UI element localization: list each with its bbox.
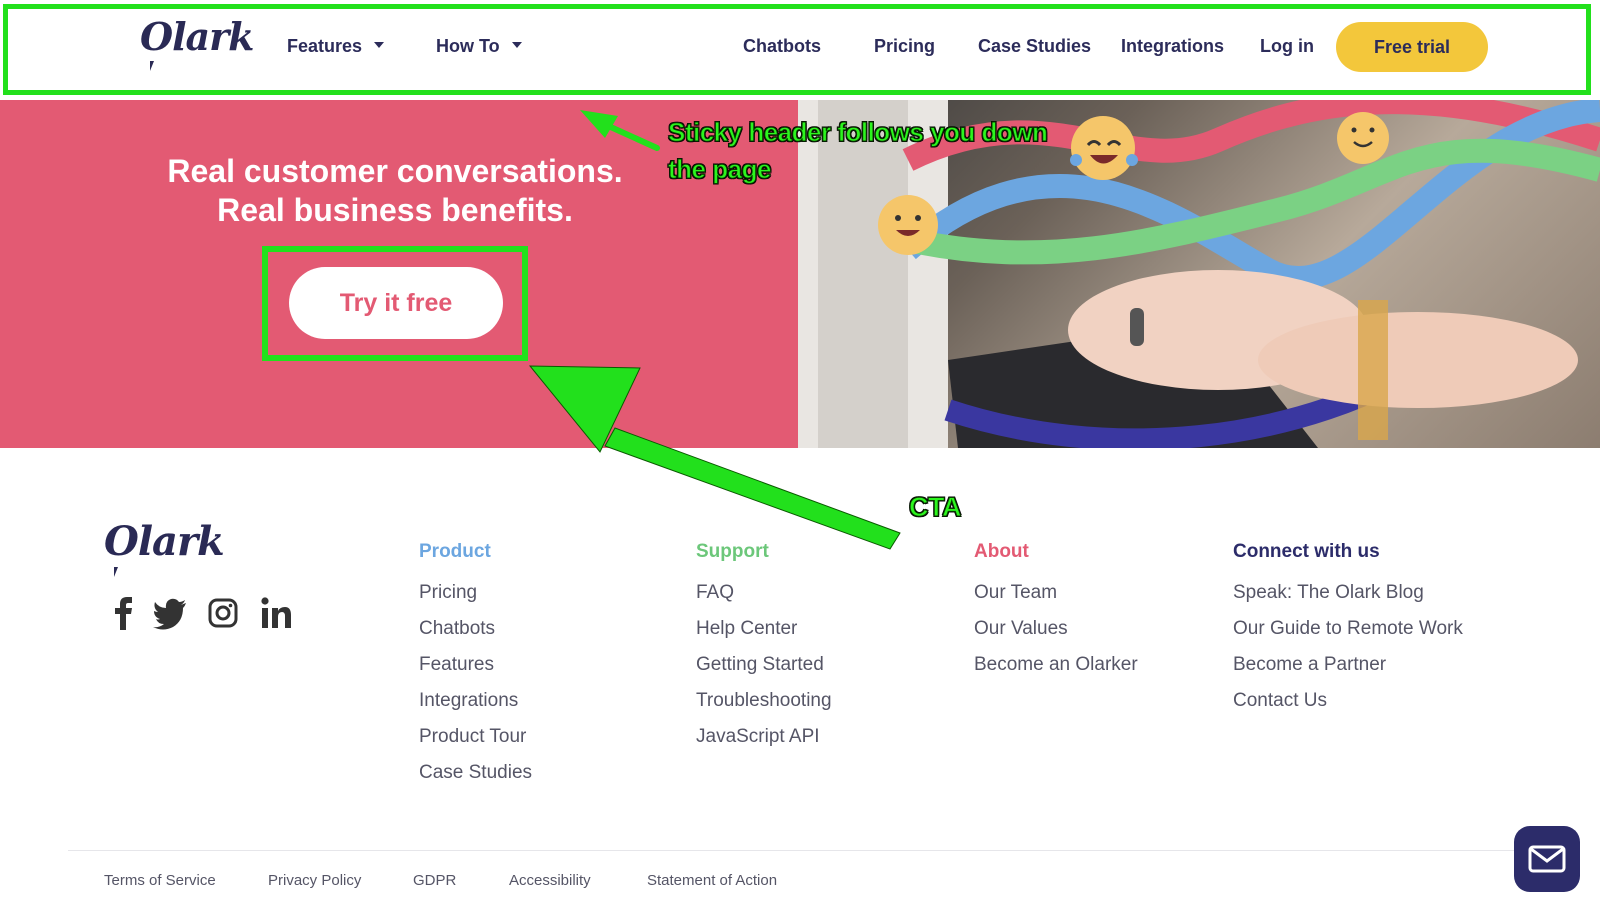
- footer-link-integrations[interactable]: Integrations: [419, 690, 518, 712]
- footer-link-features[interactable]: Features: [419, 654, 494, 676]
- footer-col-title-about: About: [974, 541, 1029, 562]
- chevron-down-icon: [374, 42, 385, 49]
- try-it-free-button[interactable]: Try it free: [289, 267, 503, 339]
- hero-headline: Real customer conversations. Real busine…: [167, 153, 623, 228]
- footer-link-product-tour[interactable]: Product Tour: [419, 726, 526, 748]
- footer-link-getting-started[interactable]: Getting Started: [696, 654, 824, 676]
- sticky-header: Olark Features How To Chatbots Pricing C…: [0, 0, 1600, 100]
- footer-link-our-team[interactable]: Our Team: [974, 582, 1057, 604]
- legal-link-terms[interactable]: Terms of Service: [104, 872, 216, 889]
- envelope-icon: [1528, 845, 1566, 873]
- annotation-sticky-header: Sticky header follows you down the page: [667, 117, 1048, 185]
- footer-link-contact-us[interactable]: Contact Us: [1233, 690, 1327, 712]
- nav-integrations[interactable]: Integrations: [1121, 36, 1224, 57]
- footer-link-pricing[interactable]: Pricing: [419, 582, 477, 604]
- footer-link-our-values[interactable]: Our Values: [974, 618, 1068, 640]
- footer-link-case-studies[interactable]: Case Studies: [419, 762, 532, 784]
- footer-link-become-an-olarker[interactable]: Become an Olarker: [974, 654, 1138, 676]
- legal-link-statement-of-action[interactable]: Statement of Action: [647, 872, 777, 889]
- footer-link-faq[interactable]: FAQ: [696, 582, 734, 604]
- footer-link-chatbots[interactable]: Chatbots: [419, 618, 495, 640]
- twitter-icon[interactable]: [153, 596, 187, 630]
- legal-link-privacy[interactable]: Privacy Policy: [268, 872, 361, 889]
- logo-speech-tail: [150, 61, 154, 71]
- linkedin-icon[interactable]: [261, 596, 291, 630]
- chevron-down-icon: [511, 42, 522, 49]
- footer-link-troubleshooting[interactable]: Troubleshooting: [696, 690, 832, 712]
- logo-speech-tail: [114, 567, 118, 577]
- footer-col-title-product: Product: [419, 541, 491, 562]
- footer-link-javascript-api[interactable]: JavaScript API: [696, 726, 820, 748]
- instagram-icon[interactable]: [208, 596, 238, 630]
- olark-footer-logo[interactable]: Olark: [104, 518, 225, 577]
- olark-logo[interactable]: Olark: [140, 14, 255, 71]
- footer-link-remote-work-guide[interactable]: Our Guide to Remote Work: [1233, 618, 1463, 640]
- nav-how-to-dropdown[interactable]: How To: [436, 36, 522, 57]
- footer-link-help-center[interactable]: Help Center: [696, 618, 797, 640]
- nav-log-in[interactable]: Log in: [1260, 36, 1314, 57]
- legal-link-gdpr[interactable]: GDPR: [413, 872, 456, 889]
- annotation-cta-label: CTA: [909, 492, 963, 523]
- footer-link-become-a-partner[interactable]: Become a Partner: [1233, 654, 1386, 676]
- legal-link-accessibility[interactable]: Accessibility: [509, 872, 591, 889]
- free-trial-button[interactable]: Free trial: [1336, 22, 1488, 72]
- nav-chatbots[interactable]: Chatbots: [743, 36, 821, 57]
- footer-col-title-support: Support: [696, 541, 769, 562]
- nav-case-studies[interactable]: Case Studies: [978, 36, 1091, 57]
- footer-link-olark-blog[interactable]: Speak: The Olark Blog: [1233, 582, 1424, 604]
- footer-col-title-connect: Connect with us: [1233, 541, 1380, 562]
- facebook-icon[interactable]: [112, 596, 134, 630]
- nav-pricing[interactable]: Pricing: [874, 36, 935, 57]
- nav-features-dropdown[interactable]: Features: [287, 36, 385, 57]
- chat-launcher-button[interactable]: [1514, 826, 1580, 892]
- footer-divider: [68, 850, 1538, 851]
